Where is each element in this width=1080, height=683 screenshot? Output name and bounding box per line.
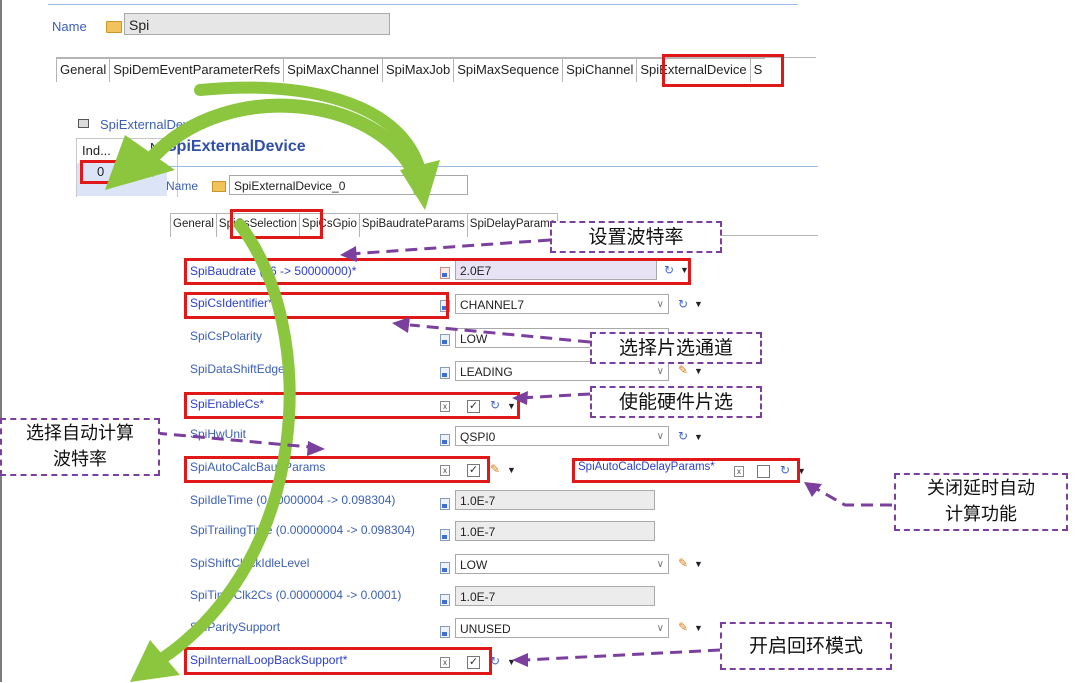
device-folder-icon — [212, 181, 226, 192]
tab-spi-dem-event-parameter-refs[interactable]: SpiDemEventParameterRefs — [109, 58, 285, 82]
chevron-down-icon: ∨ — [656, 366, 664, 377]
spi-parity-support-select[interactable]: UNUSED ∨ — [455, 618, 669, 638]
pencil-icon[interactable]: ✎ — [678, 620, 688, 634]
spi-cs-polarity-value: LOW — [460, 332, 488, 346]
top-name-field[interactable]: Spi — [124, 13, 390, 35]
field-type-icon — [440, 594, 450, 606]
chevron-down-icon: ∨ — [656, 299, 664, 310]
param-label-spi-shift-clock-idle-level: SpiShiftClockIdleLevel — [190, 556, 310, 570]
field-type-icon — [440, 529, 450, 541]
device-title: SpiExternalDevice — [166, 138, 306, 155]
spi-hw-unit-value: QSPI0 — [460, 430, 496, 444]
purple-arrow-delay — [814, 486, 892, 507]
device-tab-bar: General SpiCsSelection SpiCsGpio SpiBaud… — [170, 213, 559, 237]
annotation-cs-channel: 选择片选通道 — [590, 332, 762, 364]
param-label-spi-hw-unit: SpiHwUnit — [190, 427, 247, 441]
spi-shift-clock-idle-level-select[interactable]: LOW ∨ — [455, 554, 669, 574]
device-tab-spi-delay-params[interactable]: SpiDelayParams — [466, 213, 559, 237]
chevron-down-icon[interactable]: ▼ — [694, 299, 703, 309]
top-tab-bar: General SpiDemEventParameterRefs SpiMaxC… — [56, 58, 766, 82]
spi-idle-time-input[interactable]: 1.0E-7 — [455, 490, 655, 510]
top-divider — [48, 4, 798, 5]
param-label-spi-data-shift-edge: SpiDataShiftEdge — [190, 362, 285, 376]
tab-general[interactable]: General — [56, 58, 111, 82]
list-row-name[interactable]: Spi — [143, 162, 162, 177]
spi-trailing-time-input[interactable]: 1.0E-7 — [455, 521, 655, 541]
highlight-spi-cs-identifier — [184, 292, 449, 319]
list-header: SpiExternalDevice — [100, 117, 207, 132]
field-type-icon — [440, 498, 450, 510]
highlight-spi-enable-cs — [184, 392, 520, 419]
device-tab-general[interactable]: General — [170, 213, 217, 237]
tab-spi-max-sequence[interactable]: SpiMaxSequence — [453, 58, 564, 82]
highlight-spi-baudrate — [184, 258, 691, 285]
device-tab-spi-baudrate-params[interactable]: SpiBaudrateParams — [358, 213, 468, 237]
spi-cs-identifier-select[interactable]: CHANNEL7 ∨ — [455, 294, 669, 314]
spi-parity-support-value: UNUSED — [460, 622, 511, 636]
chevron-down-icon[interactable]: ▼ — [694, 432, 703, 442]
pencil-icon[interactable]: ✎ — [678, 363, 688, 377]
list-col-index: Ind... — [82, 143, 111, 158]
annotation-loopback: 开启回环模式 — [720, 622, 892, 670]
chevron-down-icon: ∨ — [656, 623, 664, 634]
field-type-icon — [440, 434, 450, 446]
tool-icon[interactable]: ↻ — [678, 297, 688, 311]
spi-hw-unit-select[interactable]: QSPI0 ∨ — [455, 426, 669, 446]
highlight-tab-spi-external-device — [662, 54, 784, 87]
folder-icon — [106, 21, 122, 33]
highlight-row-0 — [80, 160, 120, 184]
field-type-icon — [440, 562, 450, 574]
list-col-n: N — [150, 140, 160, 155]
highlight-spi-auto-calc-baud-params — [184, 456, 490, 483]
chevron-down-icon[interactable]: ▼ — [694, 559, 703, 569]
annotation-baudrate: 设置波特率 — [550, 221, 722, 253]
annotation-auto-calc-baud: 选择自动计算 波特率 — [0, 418, 160, 476]
device-name-field[interactable]: SpiExternalDevice_0 — [229, 175, 468, 195]
param-label-spi-cs-polarity: SpiCsPolarity — [190, 329, 263, 343]
top-name-label: Name — [52, 19, 87, 34]
param-label-spi-parity-support: SpiParitySupport — [190, 620, 281, 634]
spi-shift-clock-idle-level-value: LOW — [460, 558, 488, 572]
chevron-down-icon[interactable]: ▼ — [507, 657, 516, 667]
pencil-icon[interactable]: ✎ — [678, 556, 688, 570]
tab-spi-max-job[interactable]: SpiMaxJob — [381, 58, 455, 82]
chevron-down-icon[interactable]: ▼ — [507, 465, 516, 475]
chevron-down-icon[interactable]: ▼ — [694, 623, 703, 633]
spi-data-shift-edge-value: LEADING — [460, 365, 513, 379]
collapse-icon[interactable] — [78, 119, 89, 128]
annotation-enable-cs: 使能硬件片选 — [590, 386, 762, 418]
tab-spi-max-channel[interactable]: SpiMaxChannel — [283, 58, 383, 82]
chevron-down-icon: ∨ — [656, 559, 664, 570]
highlight-spi-internal-loop-back-support — [184, 647, 492, 675]
param-label-spi-trailing-time: SpiTrailingTime (0.00000004 -> 0.098304) — [190, 523, 415, 537]
field-type-icon — [440, 334, 450, 346]
tool-icon[interactable]: ↻ — [678, 429, 688, 443]
field-type-icon — [440, 626, 450, 638]
chevron-down-icon[interactable]: ▼ — [694, 366, 703, 376]
device-name-label: Name — [166, 179, 199, 193]
device-title-divider — [166, 166, 818, 167]
field-type-icon — [440, 367, 450, 379]
chevron-down-icon: ∨ — [656, 431, 664, 442]
highlight-tab-spi-cs-selection — [230, 209, 323, 239]
param-label-spi-idle-time: SpiIdleTime (0.00000004 -> 0.098304) — [190, 493, 396, 507]
spi-cs-identifier-value: CHANNEL7 — [460, 298, 525, 312]
spi-time-clk2cs-input[interactable]: 1.0E-7 — [455, 586, 655, 606]
tab-spi-channel[interactable]: SpiChannel — [562, 58, 638, 82]
param-label-spi-time-clk2cs: SpiTimeClk2Cs (0.00000004 -> 0.0001) — [190, 588, 402, 602]
left-panel-border — [0, 0, 2, 682]
highlight-spi-auto-calc-delay-params — [572, 458, 800, 483]
pencil-icon[interactable]: ✎ — [490, 462, 500, 476]
annotation-disable-delay: 关闭延时自动 计算功能 — [894, 473, 1068, 531]
spi-data-shift-edge-select[interactable]: LEADING ∨ — [455, 361, 669, 381]
